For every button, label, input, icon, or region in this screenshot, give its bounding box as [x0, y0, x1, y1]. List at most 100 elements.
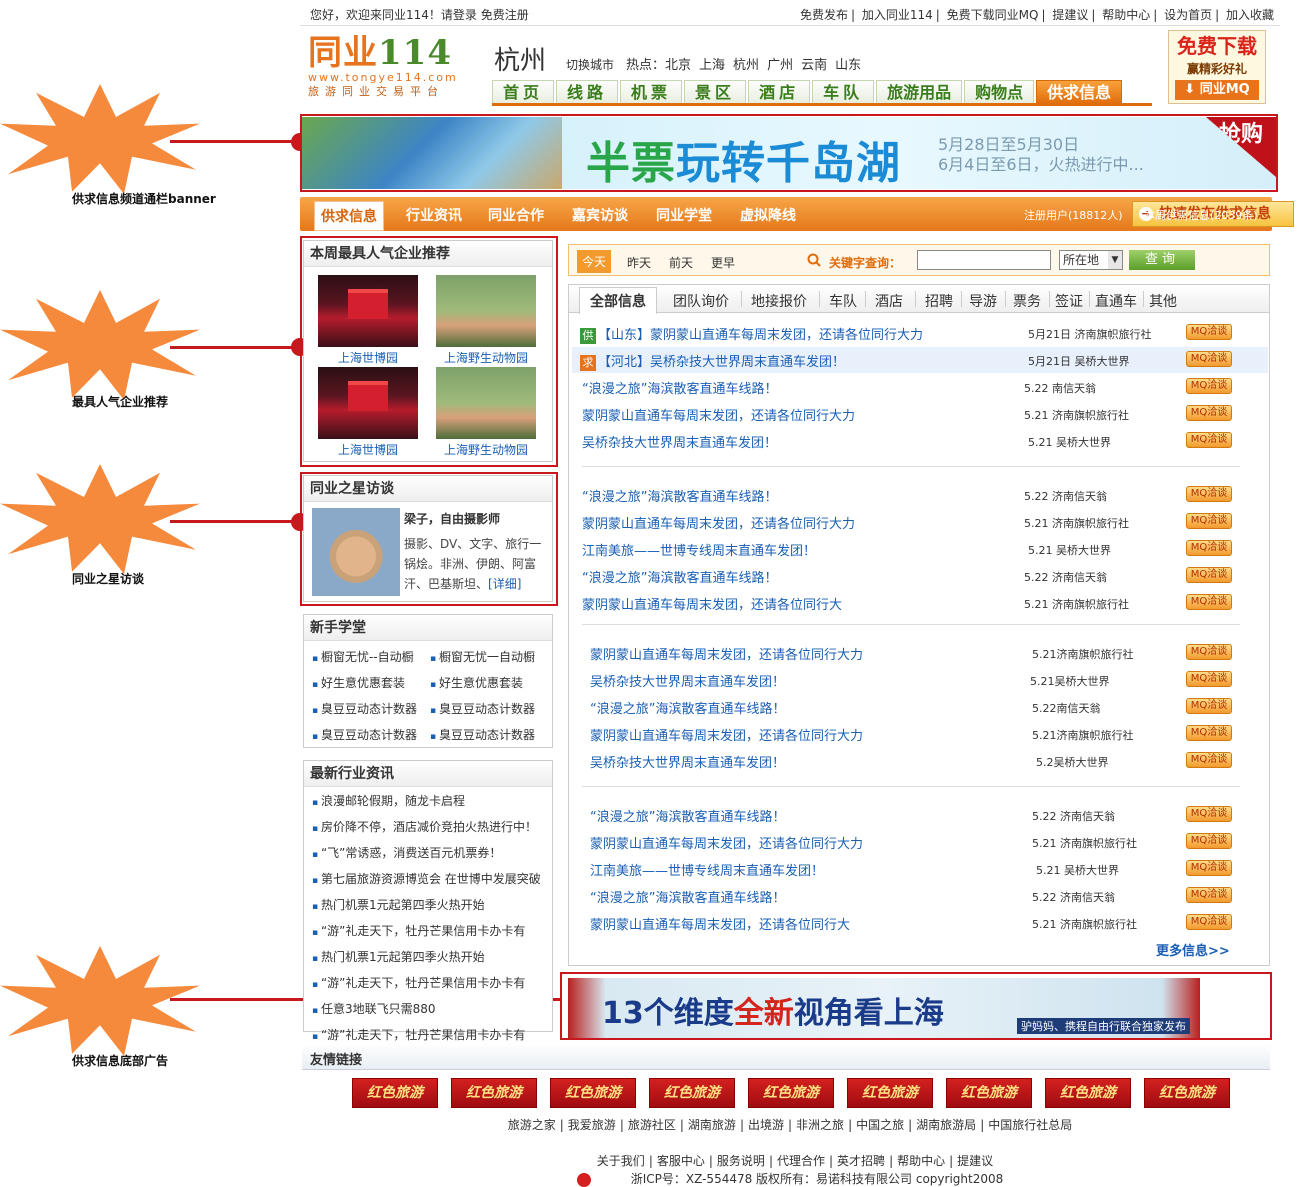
top-link-join[interactable]: 加入同业114	[862, 8, 933, 22]
thumb-expo[interactable]	[318, 275, 418, 347]
footer-link[interactable]: 客服中心	[657, 1154, 705, 1168]
tab-other[interactable]: 其他	[1149, 291, 1177, 311]
nav-travel-goods[interactable]: 旅游用品	[876, 80, 963, 104]
footer-link[interactable]: 提建议	[957, 1154, 993, 1168]
table-row[interactable]: 蒙阴蒙山直通车每周末发团，还请各位同行大 5.21 济南旗帜旅行社 MQ洽谈	[578, 590, 1258, 616]
friend-link[interactable]: 中国之旅	[856, 1118, 904, 1132]
popular-item-label[interactable]: 上海野生动物园	[426, 441, 546, 458]
mq-chat-button[interactable]: MQ洽谈	[1186, 432, 1232, 448]
row-title[interactable]: “浪漫之旅”海滨散客直通车线路！	[582, 486, 777, 505]
top-link-suggest[interactable]: 提建议	[1052, 8, 1088, 22]
channel-tab-supply[interactable]: 供求信息	[314, 201, 384, 231]
nav-home[interactable]: 首页	[492, 80, 555, 104]
list-item[interactable]: 浪漫邮轮假期，随龙卡启程	[312, 789, 548, 815]
top-link-download-mq[interactable]: 免费下载同业MQ	[947, 8, 1039, 22]
mq-chat-button[interactable]: MQ洽谈	[1186, 594, 1232, 610]
channel-tab-interview[interactable]: 嘉宾访谈	[572, 205, 628, 225]
thumb-expo[interactable]	[318, 367, 418, 439]
mq-chat-button[interactable]: MQ洽谈	[1186, 752, 1232, 768]
table-row[interactable]: “浪漫之旅”海滨散客直通车线路！ 5.22 济南信天翁 MQ洽谈	[578, 563, 1258, 589]
table-row[interactable]: “浪漫之旅”海滨散客直通车线路！ 5.22 南信天翁 MQ洽谈	[578, 374, 1258, 400]
table-row[interactable]: “浪漫之旅”海滨散客直通车线路！ 5.22南信天翁 MQ洽谈	[586, 694, 1266, 720]
top-link-set-home[interactable]: 设为首页	[1164, 8, 1212, 22]
mq-chat-button[interactable]: MQ洽谈	[1186, 513, 1232, 529]
friend-logo-red-tourism[interactable]: 红色旅游	[1045, 1078, 1131, 1108]
friend-logo-red-tourism[interactable]: 红色旅游	[649, 1078, 735, 1108]
row-title[interactable]: 蒙阴蒙山直通车每周末发团，还请各位同行大力	[582, 513, 855, 532]
friend-link[interactable]: 出境游	[748, 1118, 784, 1132]
list-item[interactable]: 橱窗无忧--自动橱	[312, 645, 432, 671]
hot-city-link[interactable]: 北京	[665, 58, 691, 73]
mq-chat-button[interactable]: MQ洽谈	[1186, 405, 1232, 421]
tab-hotel[interactable]: 酒店	[875, 291, 903, 311]
list-item[interactable]: 臭豆豆动态计数器	[312, 697, 432, 723]
tab-visa[interactable]: 签证	[1055, 291, 1083, 311]
table-row[interactable]: 吴桥杂技大世界周末直通车发团！ 5.21 吴桥大世界 MQ洽谈	[578, 428, 1258, 454]
mq-chat-button[interactable]: MQ洽谈	[1186, 351, 1232, 367]
region-select[interactable]: 所在地 ▼	[1059, 250, 1123, 270]
list-item[interactable]: 热门机票1元起第四季火热开始	[312, 945, 548, 971]
mq-chat-button[interactable]: MQ洽谈	[1186, 833, 1232, 849]
row-title[interactable]: 蒙阴蒙山直通车每周末发团，还请各位同行大力	[590, 833, 863, 852]
mq-chat-button[interactable]: MQ洽谈	[1186, 725, 1232, 741]
table-row[interactable]: “浪漫之旅”海滨散客直通车线路！ 5.22 济南信天翁 MQ洽谈	[586, 883, 1266, 909]
list-item[interactable]: “游”礼走天下，牡丹芒果信用卡办卡有	[312, 971, 548, 997]
mq-chat-button[interactable]: MQ洽谈	[1186, 671, 1232, 687]
list-item[interactable]: 臭豆豆动态计数器	[430, 723, 550, 749]
footer-link[interactable]: 英才招聘	[837, 1154, 885, 1168]
free-download-mq-ad[interactable]: 免费下载 赢精彩好礼 ⬇ 同业MQ	[1168, 30, 1266, 104]
top-link-favorite[interactable]: 加入收藏	[1226, 8, 1274, 22]
row-title[interactable]: “浪漫之旅”海滨散客直通车线路！	[582, 378, 777, 397]
list-item[interactable]: 臭豆豆动态计数器	[312, 723, 432, 749]
row-title[interactable]: “浪漫之旅”海滨散客直通车线路！	[582, 567, 777, 586]
friend-logo-red-tourism[interactable]: 红色旅游	[748, 1078, 834, 1108]
list-item[interactable]: 房价降不停，酒店减价竞拍火热进行中！	[312, 815, 548, 841]
table-row[interactable]: “浪漫之旅”海滨散客直通车线路！ 5.22 济南信天翁 MQ洽谈	[578, 482, 1258, 508]
tab-recruit[interactable]: 招聘	[925, 291, 953, 311]
footer-link[interactable]: 关于我们	[597, 1154, 645, 1168]
row-title[interactable]: “浪漫之旅”海滨散客直通车线路！	[590, 887, 785, 906]
nav-hotels[interactable]: 酒店	[748, 80, 811, 104]
mq-chat-button[interactable]: MQ洽谈	[1186, 698, 1232, 714]
friend-link[interactable]: 非洲之旅	[796, 1118, 844, 1132]
popular-item-label[interactable]: 上海世博园	[308, 441, 428, 458]
day-filter-today[interactable]: 今天	[577, 250, 612, 273]
list-item[interactable]: 好生意优惠套装	[430, 671, 550, 697]
friend-logo-red-tourism[interactable]: 红色旅游	[451, 1078, 537, 1108]
mq-chat-button[interactable]: MQ洽谈	[1186, 860, 1232, 876]
mq-chat-button[interactable]: MQ洽谈	[1186, 914, 1232, 930]
friend-logo-red-tourism[interactable]: 红色旅游	[946, 1078, 1032, 1108]
search-button[interactable]: 查询	[1129, 250, 1195, 270]
more-info-link[interactable]: 更多信息>>	[1156, 940, 1230, 959]
nav-flights[interactable]: 机票	[620, 80, 683, 104]
mq-chat-button[interactable]: MQ洽谈	[1186, 540, 1232, 556]
friend-link[interactable]: 我爱旅游	[568, 1118, 616, 1132]
hot-city-link[interactable]: 杭州	[733, 58, 759, 73]
mq-chat-button[interactable]: MQ洽谈	[1186, 486, 1232, 502]
row-title[interactable]: 蒙阴蒙山直通车每周末发团，还请各位同行大	[582, 594, 842, 613]
mq-chat-button[interactable]: MQ洽谈	[1186, 378, 1232, 394]
row-title[interactable]: 蒙阴蒙山直通车每周末发团，还请各位同行大力	[650, 328, 923, 343]
table-row[interactable]: 吴桥杂技大世界周末直通车发团！ 5.2吴桥大世界 MQ洽谈	[586, 748, 1266, 774]
tab-all[interactable]: 全部信息	[579, 287, 657, 314]
popular-item-label[interactable]: 上海世博园	[308, 349, 428, 366]
banner-buy-tag[interactable]: 抢购	[1206, 117, 1276, 177]
table-row[interactable]: 江南美旅——世博专线周末直通车发团！ 5.21 吴桥大世界 MQ洽谈	[586, 856, 1266, 882]
list-item[interactable]: 第七届旅游资源博览会 在世博中发展突破	[312, 867, 548, 893]
friend-logo-red-tourism[interactable]: 红色旅游	[550, 1078, 636, 1108]
table-row[interactable]: 蒙阴蒙山直通车每周末发团，还请各位同行大力 5.21济南旗帜旅行社 MQ洽谈	[586, 721, 1266, 747]
table-row[interactable]: 蒙阴蒙山直通车每周末发团，还请各位同行大力 5.21 济南旗帜旅行社 MQ洽谈	[578, 401, 1258, 427]
channel-tab-virtual[interactable]: 虚拟降线	[740, 205, 796, 225]
list-item[interactable]: “游”礼走天下，牡丹芒果信用卡办卡有	[312, 919, 548, 945]
tab-local-quote[interactable]: 地接报价	[751, 291, 807, 311]
bottom-ad-banner[interactable]: 13个维度全新视角看上海 驴妈妈、携程自由行联合独家发布	[568, 978, 1200, 1038]
mq-chat-button[interactable]: MQ洽谈	[1186, 806, 1232, 822]
tab-tickets[interactable]: 票务	[1013, 291, 1041, 311]
star-avatar[interactable]	[312, 508, 400, 596]
footer-link[interactable]: 服务说明	[717, 1154, 765, 1168]
mq-chat-button[interactable]: MQ洽谈	[1186, 644, 1232, 660]
switch-city-link[interactable]: 切换城市	[566, 56, 614, 73]
top-link-free-publish[interactable]: 免费发布	[800, 8, 848, 22]
row-title[interactable]: 蒙阴蒙山直通车每周末发团，还请各位同行大	[590, 914, 850, 933]
welcome-text[interactable]: 您好，欢迎来同业114！请登录 免费注册	[310, 6, 529, 23]
